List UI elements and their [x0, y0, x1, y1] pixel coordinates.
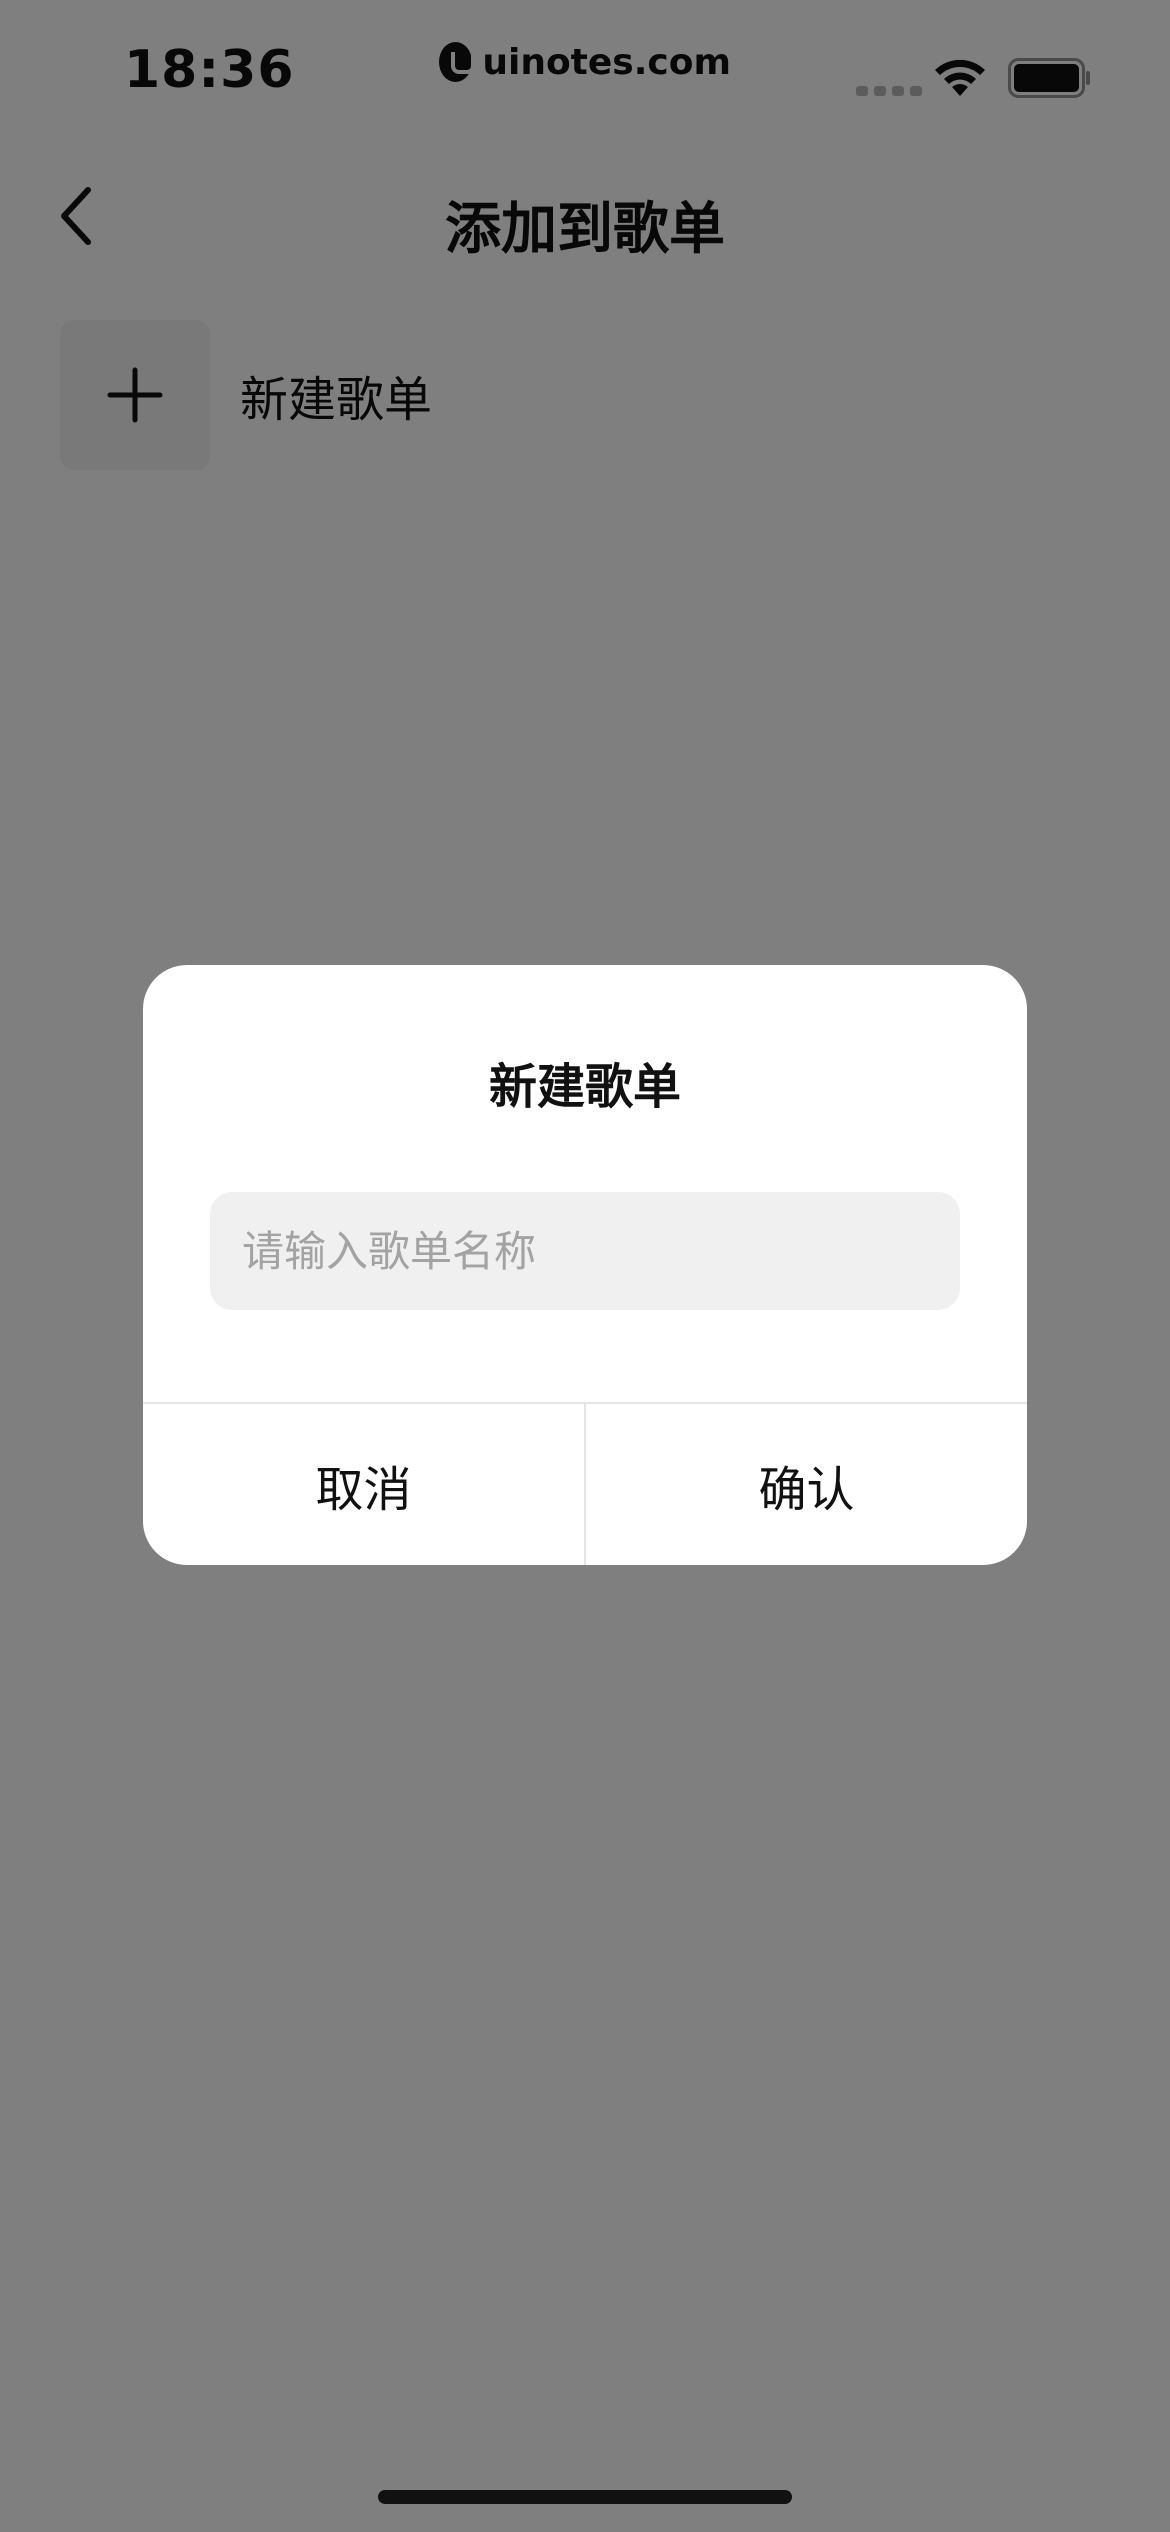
- cancel-button[interactable]: 取消: [143, 1404, 584, 1565]
- home-indicator[interactable]: [378, 2490, 792, 2504]
- playlist-name-input[interactable]: [210, 1192, 960, 1310]
- dialog-title: 新建歌单: [488, 1059, 681, 1115]
- new-playlist-dialog: 新建歌单 取消 确认: [143, 965, 1027, 1565]
- confirm-button[interactable]: 确认: [586, 1404, 1027, 1565]
